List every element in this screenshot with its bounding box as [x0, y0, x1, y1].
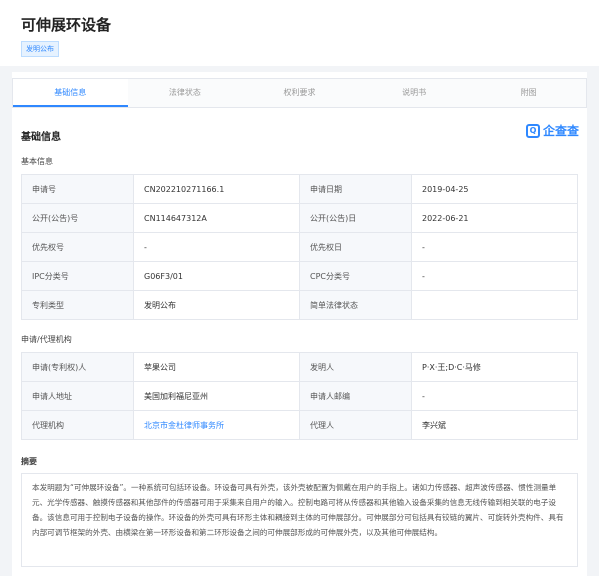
field-value: -: [133, 232, 300, 262]
table-row: 优先权号 - 优先权日 -: [21, 232, 578, 262]
section-title: 基础信息: [21, 132, 61, 143]
field-label: 申请日期: [299, 174, 412, 204]
field-label: 申请人邮编: [299, 381, 412, 411]
field-label: 公开(公告)日: [299, 203, 412, 233]
field-label: 优先权号: [21, 232, 134, 262]
field-value: 李兴斌: [411, 410, 578, 440]
table-row: 专利类型 发明公布 简单法律状态: [21, 290, 578, 320]
page-header: 可伸展环设备 发明公布: [0, 0, 599, 66]
table-row: 申请(专利权)人 苹果公司 发明人 P·X·王;D·C·马修: [21, 352, 578, 382]
field-label: 申请(专利权)人: [21, 352, 134, 382]
field-label: 代理人: [299, 410, 412, 440]
field-label: 代理机构: [21, 410, 134, 440]
qcc-logo-icon: Q: [525, 123, 540, 138]
applicant-title: 申请/代理机构: [21, 335, 72, 344]
tab-legal-status[interactable]: 法律状态: [128, 79, 243, 107]
table-row: 代理机构 北京市金杜律师事务所 代理人 李兴斌: [21, 410, 578, 440]
field-value: 苹果公司: [133, 352, 300, 382]
page-title: 可伸展环设备: [21, 16, 112, 34]
field-value: -: [411, 381, 578, 411]
qcc-logo: Q 企查查: [525, 122, 579, 139]
field-value: 2022-06-21: [411, 203, 578, 233]
field-label: 公开(公告)号: [21, 203, 134, 233]
field-label: 申请人地址: [21, 381, 134, 411]
tab-bar: 基础信息 法律状态 权利要求 说明书 附图: [12, 78, 587, 108]
field-value: 北京市金杜律师事务所: [133, 410, 300, 440]
table-row: 申请人地址 美国加利福尼亚州 申请人邮编 -: [21, 381, 578, 411]
field-value: 美国加利福尼亚州: [133, 381, 300, 411]
tab-claims[interactable]: 权利要求: [242, 79, 357, 107]
basic-info-table: 申请号 CN202210271166.1 申请日期 2019-04-25 公开(公告)号…: [21, 174, 578, 320]
field-label: IPC分类号: [21, 261, 134, 291]
field-label: 优先权日: [299, 232, 412, 262]
field-value: CN202210271166.1: [133, 174, 300, 204]
field-label: 申请号: [21, 174, 134, 204]
table-row: 申请号 CN202210271166.1 申请日期 2019-04-25: [21, 174, 578, 204]
tab-drawings[interactable]: 附图: [471, 79, 586, 107]
field-value: G06F3/01: [133, 261, 300, 291]
field-value: 发明公布: [133, 290, 300, 320]
logo-text: 企查查: [542, 124, 579, 138]
applicant-info-table: 申请(专利权)人 苹果公司 发明人 P·X·王;D·C·马修 申请人地址 美国加利福尼亚州…: [21, 352, 578, 440]
field-value: -: [411, 261, 578, 291]
field-label: 发明人: [299, 352, 412, 382]
table-row: IPC分类号 G06F3/01 CPC分类号 -: [21, 261, 578, 291]
table-row: 公开(公告)号 CN114647312A 公开(公告)日 2022-06-21: [21, 203, 578, 233]
tab-basic-info[interactable]: 基础信息: [13, 79, 128, 107]
content-panel: 基础信息 法律状态 权利要求 说明书 附图 基础信息 Q 企查查 基本信息 申请…: [12, 72, 587, 576]
tab-description[interactable]: 说明书: [357, 79, 472, 107]
field-label: 专利类型: [21, 290, 134, 320]
field-label: CPC分类号: [299, 261, 412, 291]
basic-info-title: 基本信息: [21, 157, 53, 166]
field-value: 2019-04-25: [411, 174, 578, 204]
agency-link[interactable]: 北京市金杜律师事务所: [144, 421, 224, 430]
field-value: -: [411, 232, 578, 262]
abstract-text: 本发明题为“可伸展环设备”。一种系统可包括环设备。环设备可具有外壳，该外壳被配置…: [21, 473, 578, 567]
field-value: P·X·王;D·C·马修: [411, 352, 578, 382]
abstract-title: 摘要: [21, 457, 37, 466]
field-value: [411, 290, 578, 320]
field-label: 简单法律状态: [299, 290, 412, 320]
patent-type-badge: 发明公布: [21, 41, 59, 57]
field-value: CN114647312A: [133, 203, 300, 233]
